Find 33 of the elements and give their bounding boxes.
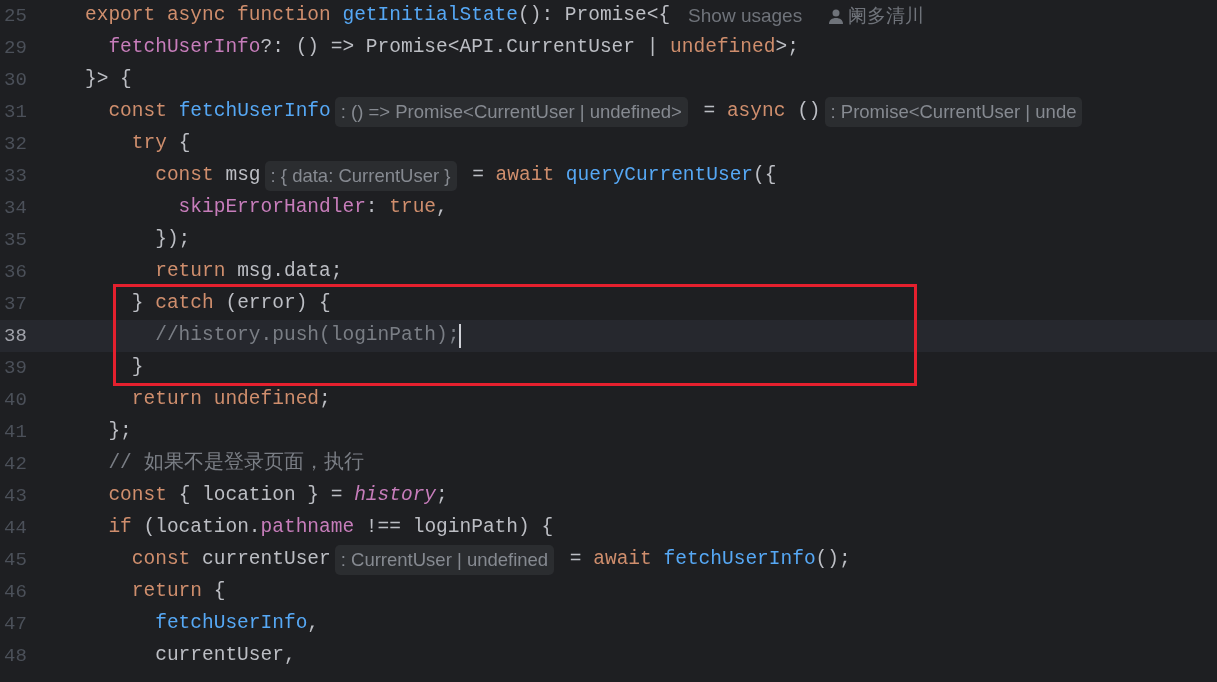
code-text: = await queryCurrentUser({ bbox=[471, 163, 777, 189]
code-text: } catch (error) { bbox=[130, 291, 331, 317]
line-number: 38 bbox=[3, 323, 28, 349]
code-text: }); bbox=[154, 227, 191, 253]
code-text: fetchUserInfo?: () => Promise<API.CurrentUser | undefined>; bbox=[107, 35, 799, 61]
type-hint: : () => Promise<CurrentUser | undefined> bbox=[334, 97, 688, 127]
code-text: }; bbox=[107, 419, 132, 445]
code-text: try { bbox=[130, 131, 191, 157]
person-icon bbox=[828, 8, 845, 24]
code-text: const msg bbox=[154, 163, 261, 189]
code-text: }> { bbox=[85, 67, 132, 93]
code-text: if (location.pathname !== loginPath) { bbox=[107, 515, 554, 541]
code-text: = async () bbox=[702, 99, 821, 125]
type-hint: : { data: CurrentUser } bbox=[264, 161, 457, 191]
code-text: = await fetchUserInfo(); bbox=[568, 547, 851, 573]
type-hint: : CurrentUser | undefined bbox=[334, 545, 555, 575]
code-text: const currentUser bbox=[130, 547, 331, 573]
code-text: skipErrorHandler: true, bbox=[177, 195, 448, 221]
usages-link[interactable]: Show usages bbox=[688, 1, 803, 31]
code-text: const fetchUserInfo bbox=[107, 99, 331, 125]
code-text: return msg.data; bbox=[154, 259, 343, 285]
code-text: //history.push(loginPath); bbox=[154, 323, 460, 349]
code-text: export async function getInitialState(): Promise<{ bbox=[85, 3, 671, 29]
code-text: return undefined; bbox=[130, 387, 331, 413]
code-text: currentUser, bbox=[154, 643, 296, 669]
code-text: fetchUserInfo, bbox=[154, 611, 320, 637]
code-text: return { bbox=[130, 579, 226, 605]
code-text: // 如果不是登录页面，执行 bbox=[107, 450, 364, 477]
type-hint: : Promise<CurrentUser | unde bbox=[824, 97, 1083, 127]
author-name: 阑多清川 bbox=[848, 3, 925, 28]
code-text: } bbox=[130, 355, 144, 381]
text-cursor bbox=[459, 324, 462, 348]
code-text: const { location } = history; bbox=[107, 483, 448, 509]
